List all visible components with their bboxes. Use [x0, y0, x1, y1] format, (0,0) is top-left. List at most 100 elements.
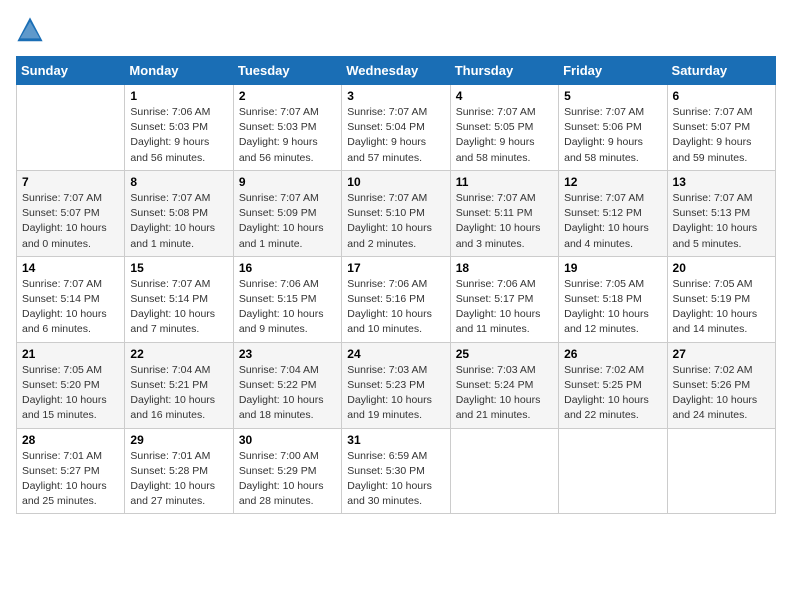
day-info: Sunrise: 7:07 AMSunset: 5:11 PMDaylight:… [456, 191, 553, 252]
day-number: 16 [239, 261, 336, 275]
calendar-cell [17, 85, 125, 171]
calendar-cell: 3Sunrise: 7:07 AMSunset: 5:04 PMDaylight… [342, 85, 450, 171]
day-number: 18 [456, 261, 553, 275]
day-number: 24 [347, 347, 444, 361]
calendar-header-row: SundayMondayTuesdayWednesdayThursdayFrid… [17, 57, 776, 85]
calendar-cell [559, 428, 667, 514]
day-info: Sunrise: 7:01 AMSunset: 5:27 PMDaylight:… [22, 449, 119, 510]
day-header-monday: Monday [125, 57, 233, 85]
day-info: Sunrise: 7:07 AMSunset: 5:07 PMDaylight:… [673, 105, 770, 166]
calendar-week-row: 21 Sunrise: 7:05 AMSunset: 5:20 PMDayligh… [17, 342, 776, 428]
day-info: Sunrise: 7:04 AMSunset: 5:21 PMDaylight:… [130, 363, 227, 424]
calendar-cell: 27 Sunrise: 7:02 AMSunset: 5:26 PMDayligh… [667, 342, 775, 428]
calendar-cell: 20 Sunrise: 7:05 AMSunset: 5:19 PMDayligh… [667, 256, 775, 342]
calendar-cell: 9 Sunrise: 7:07 AMSunset: 5:09 PMDaylight… [233, 170, 341, 256]
calendar-cell: 28 Sunrise: 7:01 AMSunset: 5:27 PMDayligh… [17, 428, 125, 514]
day-number: 31 [347, 433, 444, 447]
day-number: 1 [130, 89, 227, 103]
calendar-cell: 26Sunrise: 7:02 AMSunset: 5:25 PMDayligh… [559, 342, 667, 428]
day-number: 2 [239, 89, 336, 103]
day-number: 9 [239, 175, 336, 189]
day-number: 8 [130, 175, 227, 189]
day-header-saturday: Saturday [667, 57, 775, 85]
calendar-cell: 2 Sunrise: 7:07 AMSunset: 5:03 PMDaylight… [233, 85, 341, 171]
day-number: 3 [347, 89, 444, 103]
calendar-cell: 29 Sunrise: 7:01 AMSunset: 5:28 PMDayligh… [125, 428, 233, 514]
day-header-wednesday: Wednesday [342, 57, 450, 85]
calendar-cell: 31 Sunrise: 6:59 AMSunset: 5:30 PMDayligh… [342, 428, 450, 514]
calendar-cell: 16 Sunrise: 7:06 AMSunset: 5:15 PMDayligh… [233, 256, 341, 342]
day-info: Sunrise: 7:05 AMSunset: 5:19 PMDaylight:… [673, 277, 770, 338]
calendar-cell: 1 Sunrise: 7:06 AMSunset: 5:03 PMDaylight… [125, 85, 233, 171]
day-number: 14 [22, 261, 119, 275]
day-info: Sunrise: 7:07 AMSunset: 5:09 PMDaylight:… [239, 191, 336, 252]
day-info: Sunrise: 7:06 AMSunset: 5:15 PMDaylight:… [239, 277, 336, 338]
day-info: Sunrise: 7:07 AMSunset: 5:06 PMDaylight:… [564, 105, 661, 166]
calendar-week-row: 28 Sunrise: 7:01 AMSunset: 5:27 PMDayligh… [17, 428, 776, 514]
day-info: Sunrise: 7:03 AMSunset: 5:24 PMDaylight:… [456, 363, 553, 424]
calendar-cell: 10Sunrise: 7:07 AMSunset: 5:10 PMDayligh… [342, 170, 450, 256]
day-number: 29 [130, 433, 227, 447]
day-number: 19 [564, 261, 661, 275]
day-info: Sunrise: 7:07 AMSunset: 5:08 PMDaylight:… [130, 191, 227, 252]
day-info: Sunrise: 7:00 AMSunset: 5:29 PMDaylight:… [239, 449, 336, 510]
calendar-cell: 23 Sunrise: 7:04 AMSunset: 5:22 PMDayligh… [233, 342, 341, 428]
day-info: Sunrise: 7:02 AMSunset: 5:25 PMDaylight:… [564, 363, 661, 424]
calendar-week-row: 7Sunrise: 7:07 AMSunset: 5:07 PMDaylight… [17, 170, 776, 256]
calendar-cell: 12 Sunrise: 7:07 AMSunset: 5:12 PMDayligh… [559, 170, 667, 256]
day-info: Sunrise: 7:07 AMSunset: 5:10 PMDaylight:… [347, 191, 444, 252]
day-number: 27 [673, 347, 770, 361]
day-info: Sunrise: 7:02 AMSunset: 5:26 PMDaylight:… [673, 363, 770, 424]
calendar-cell: 5 Sunrise: 7:07 AMSunset: 5:06 PMDaylight… [559, 85, 667, 171]
calendar-cell: 15Sunrise: 7:07 AMSunset: 5:14 PMDayligh… [125, 256, 233, 342]
day-info: Sunrise: 7:07 AMSunset: 5:05 PMDaylight:… [456, 105, 553, 166]
calendar-cell: 25 Sunrise: 7:03 AMSunset: 5:24 PMDayligh… [450, 342, 558, 428]
day-number: 21 [22, 347, 119, 361]
day-info: Sunrise: 7:01 AMSunset: 5:28 PMDaylight:… [130, 449, 227, 510]
calendar-cell: 14 Sunrise: 7:07 AMSunset: 5:14 PMDayligh… [17, 256, 125, 342]
calendar-week-row: 14 Sunrise: 7:07 AMSunset: 5:14 PMDayligh… [17, 256, 776, 342]
day-header-friday: Friday [559, 57, 667, 85]
day-info: Sunrise: 7:05 AMSunset: 5:20 PMDaylight:… [22, 363, 119, 424]
day-info: Sunrise: 7:07 AMSunset: 5:14 PMDaylight:… [22, 277, 119, 338]
day-header-thursday: Thursday [450, 57, 558, 85]
day-header-tuesday: Tuesday [233, 57, 341, 85]
day-number: 13 [673, 175, 770, 189]
day-number: 12 [564, 175, 661, 189]
day-info: Sunrise: 7:06 AMSunset: 5:16 PMDaylight:… [347, 277, 444, 338]
calendar-cell: 13Sunrise: 7:07 AMSunset: 5:13 PMDayligh… [667, 170, 775, 256]
calendar-cell: 7Sunrise: 7:07 AMSunset: 5:07 PMDaylight… [17, 170, 125, 256]
day-number: 15 [130, 261, 227, 275]
day-number: 23 [239, 347, 336, 361]
day-number: 28 [22, 433, 119, 447]
day-info: Sunrise: 7:06 AMSunset: 5:17 PMDaylight:… [456, 277, 553, 338]
logo [16, 16, 48, 44]
day-number: 25 [456, 347, 553, 361]
day-number: 5 [564, 89, 661, 103]
calendar-cell: 21 Sunrise: 7:05 AMSunset: 5:20 PMDayligh… [17, 342, 125, 428]
calendar-cell: 17Sunrise: 7:06 AMSunset: 5:16 PMDayligh… [342, 256, 450, 342]
day-info: Sunrise: 6:59 AMSunset: 5:30 PMDaylight:… [347, 449, 444, 510]
calendar-cell: 19 Sunrise: 7:05 AMSunset: 5:18 PMDayligh… [559, 256, 667, 342]
calendar-cell: 8 Sunrise: 7:07 AMSunset: 5:08 PMDaylight… [125, 170, 233, 256]
day-number: 11 [456, 175, 553, 189]
day-number: 22 [130, 347, 227, 361]
day-info: Sunrise: 7:04 AMSunset: 5:22 PMDaylight:… [239, 363, 336, 424]
day-info: Sunrise: 7:07 AMSunset: 5:12 PMDaylight:… [564, 191, 661, 252]
calendar-cell: 24Sunrise: 7:03 AMSunset: 5:23 PMDayligh… [342, 342, 450, 428]
calendar-table: SundayMondayTuesdayWednesdayThursdayFrid… [16, 56, 776, 514]
day-info: Sunrise: 7:06 AMSunset: 5:03 PMDaylight:… [130, 105, 227, 166]
calendar-cell [667, 428, 775, 514]
calendar-cell: 11 Sunrise: 7:07 AMSunset: 5:11 PMDayligh… [450, 170, 558, 256]
day-header-sunday: Sunday [17, 57, 125, 85]
day-number: 30 [239, 433, 336, 447]
day-number: 20 [673, 261, 770, 275]
calendar-week-row: 1 Sunrise: 7:06 AMSunset: 5:03 PMDaylight… [17, 85, 776, 171]
calendar-cell: 30 Sunrise: 7:00 AMSunset: 5:29 PMDayligh… [233, 428, 341, 514]
logo-icon [16, 16, 44, 44]
calendar-cell: 18 Sunrise: 7:06 AMSunset: 5:17 PMDayligh… [450, 256, 558, 342]
day-info: Sunrise: 7:07 AMSunset: 5:03 PMDaylight:… [239, 105, 336, 166]
day-number: 4 [456, 89, 553, 103]
day-info: Sunrise: 7:05 AMSunset: 5:18 PMDaylight:… [564, 277, 661, 338]
day-number: 6 [673, 89, 770, 103]
